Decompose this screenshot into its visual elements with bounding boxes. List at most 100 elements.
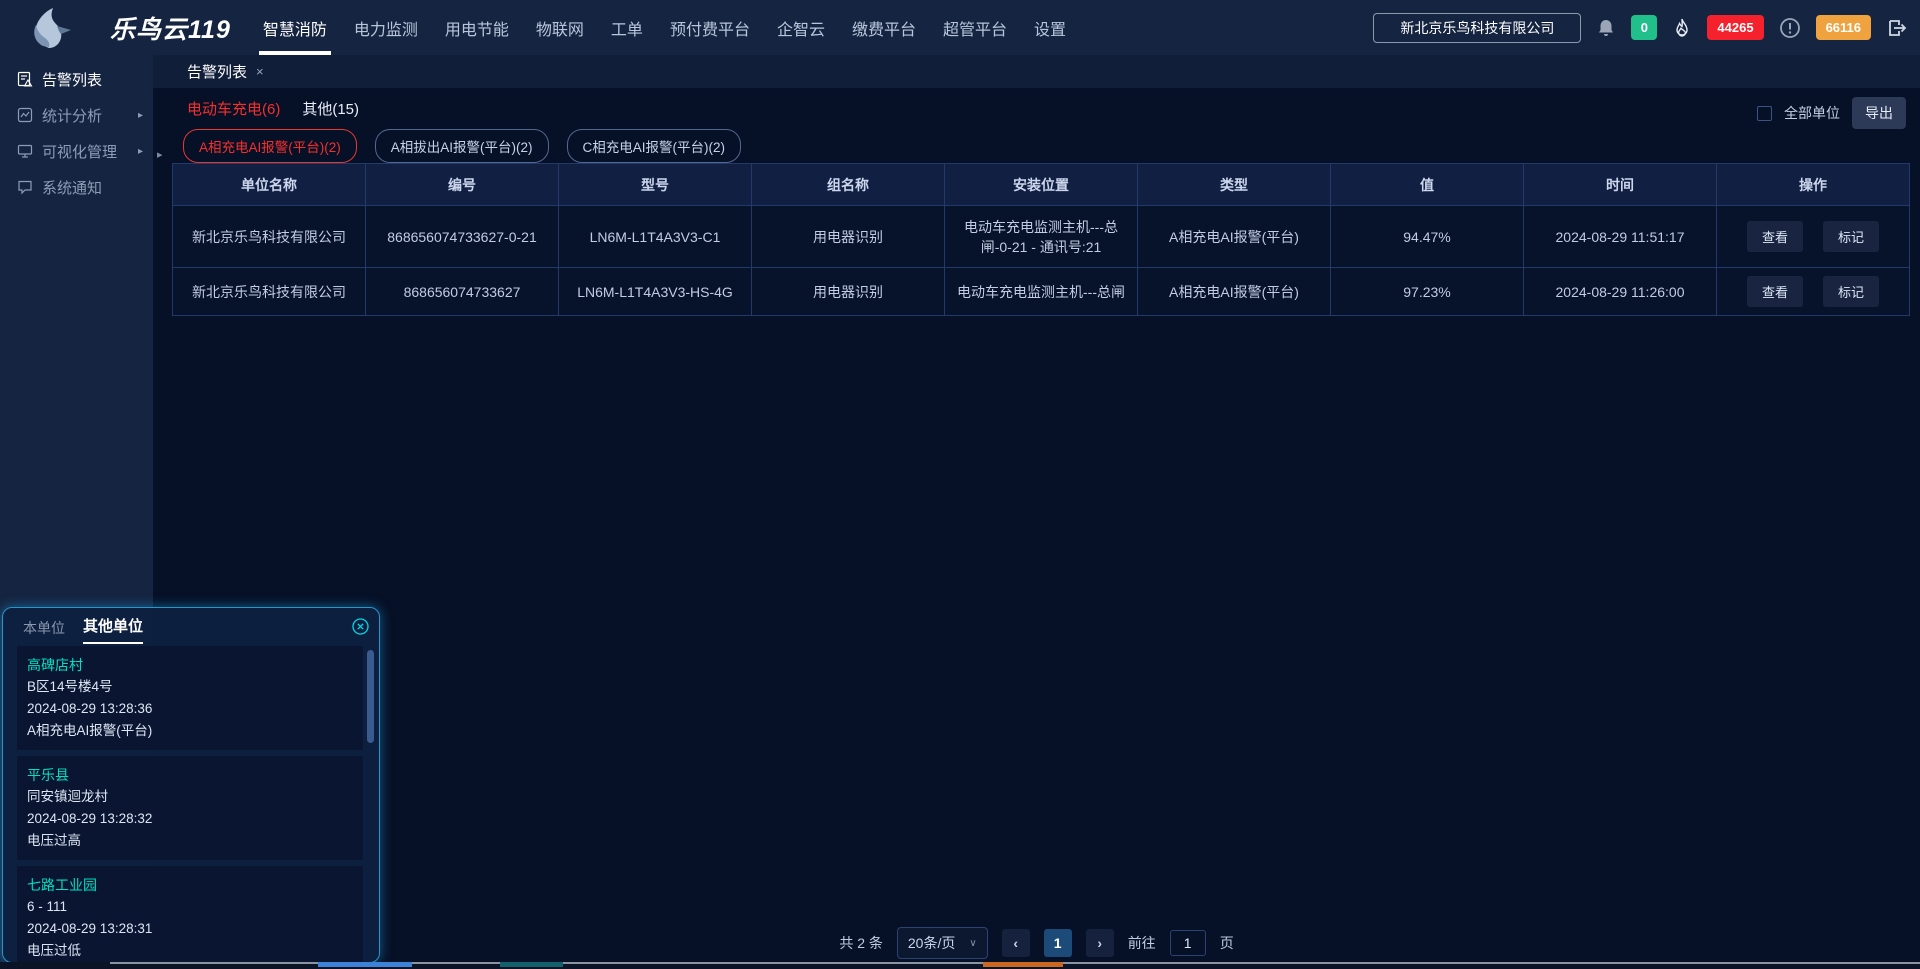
stats-chart-icon [17, 107, 33, 123]
bottom-edge-strip [0, 962, 1920, 969]
warn-count-badge[interactable]: 66116 [1816, 15, 1871, 40]
pagination: 共 2 条 20条/页 ∨ ‹ 1 › 前往 页 [153, 927, 1920, 959]
alarm-address: 6 - 111 [27, 896, 353, 918]
table-header-row: 单位名称 编号 型号 组名称 安装位置 类型 值 时间 操作 [173, 164, 1910, 206]
cell-unit: 新北京乐鸟科技有限公司 [173, 268, 366, 316]
nav-item-admin-platform[interactable]: 超管平台 [941, 0, 1009, 55]
category-ev-charging[interactable]: 电动车充电(6) [187, 98, 280, 119]
popup-alarm-item[interactable]: 高碑店村 B区14号楼4号 2024-08-29 13:28:36 A相充电AI… [17, 646, 363, 750]
cell-location: 电动车充电监测主机---总闸 [945, 268, 1138, 316]
col-unit-name: 单位名称 [173, 164, 366, 206]
tab-strip: 告警列表 × [153, 55, 1920, 88]
nav-item-smart-fire[interactable]: 智慧消防 [261, 0, 329, 55]
popup-alarm-item[interactable]: 七路工业园 6 - 111 2024-08-29 13:28:31 电压过低 [17, 866, 363, 963]
nav-item-qizhi-cloud[interactable]: 企智云 [775, 0, 827, 55]
page-1-button[interactable]: 1 [1044, 929, 1072, 957]
popup-alarm-list: 高碑店村 B区14号楼4号 2024-08-29 13:28:36 A相充电AI… [3, 646, 379, 963]
prev-page-button[interactable]: ‹ [1002, 929, 1030, 957]
cell-type: A相充电AI报警(平台) [1138, 206, 1331, 268]
chevron-down-icon: ∨ [969, 938, 976, 949]
strip-segment-orange [983, 962, 1063, 967]
popup-tabs: 本单位 其他单位 [3, 608, 379, 644]
alarm-address: B区14号楼4号 [27, 676, 353, 698]
nav-item-iot[interactable]: 物联网 [534, 0, 586, 55]
monitor-icon [17, 143, 33, 159]
alarm-time: 2024-08-29 13:28:36 [27, 698, 353, 720]
alarm-unit-title: 七路工业园 [27, 874, 353, 896]
popup-scrollbar[interactable] [367, 650, 374, 743]
next-page-button[interactable]: › [1086, 929, 1114, 957]
view-button[interactable]: 查看 [1747, 276, 1803, 307]
strip-segment-teal [500, 962, 563, 967]
alarm-type-pills: A相充电AI报警(平台)(2) A相拔出AI报警(平台)(2) C相充电AI报警… [183, 129, 741, 163]
alarm-list-icon [17, 71, 33, 87]
sidebar-item-system-notice[interactable]: 系统通知 [0, 169, 153, 205]
popup-tab-other-units[interactable]: 其他单位 [83, 615, 143, 644]
mark-button[interactable]: 标记 [1823, 221, 1879, 252]
sidebar-item-label: 统计分析 [42, 105, 102, 126]
nav-item-payment-platform[interactable]: 缴费平台 [850, 0, 918, 55]
warning-circle-icon[interactable] [1779, 17, 1801, 39]
view-button[interactable]: 查看 [1747, 221, 1803, 252]
tab-label: 告警列表 [187, 61, 247, 82]
goto-page-input[interactable] [1170, 930, 1206, 956]
cell-code: 868656074733627-0-21 [366, 206, 559, 268]
col-actions: 操作 [1717, 164, 1910, 206]
nav-item-work-order[interactable]: 工单 [609, 0, 645, 55]
tab-alarm-list[interactable]: 告警列表 × [187, 61, 264, 82]
main-nav: 智慧消防 电力监测 用电节能 物联网 工单 预付费平台 企智云 缴费平台 超管平… [261, 0, 1068, 55]
strip-segment-blue [318, 962, 412, 967]
cell-time: 2024-08-29 11:51:17 [1524, 206, 1717, 268]
sidebar-item-statistics[interactable]: 统计分析 ▸ [0, 97, 153, 133]
total-count: 共 2 条 [839, 933, 883, 953]
table-row: 新北京乐鸟科技有限公司 868656074733627 LN6M-L1T4A3V… [173, 268, 1910, 316]
flame-icon[interactable] [1672, 17, 1692, 39]
bird-logo-icon [19, 6, 91, 50]
alarm-time: 2024-08-29 13:28:31 [27, 918, 353, 940]
alarm-type: 电压过高 [27, 830, 353, 852]
sidebar-item-label: 可视化管理 [42, 141, 117, 162]
all-units-checkbox[interactable] [1757, 106, 1772, 121]
nav-item-power-monitor[interactable]: 电力监测 [352, 0, 420, 55]
page-size-value: 20条/页 [908, 933, 955, 953]
sidebar-item-visual-management[interactable]: 可视化管理 ▸ [0, 133, 153, 169]
category-other[interactable]: 其他(15) [302, 98, 359, 119]
popup-tab-own-unit[interactable]: 本单位 [23, 618, 65, 644]
popup-close-icon[interactable] [352, 618, 369, 640]
pill-c-phase-charging[interactable]: C相充电AI报警(平台)(2) [567, 129, 742, 163]
bell-count-badge[interactable]: 0 [1631, 15, 1657, 40]
nav-item-prepay-platform[interactable]: 预付费平台 [668, 0, 752, 55]
pill-a-phase-charging[interactable]: A相充电AI报警(平台)(2) [183, 129, 357, 163]
alarm-popup: 本单位 其他单位 高碑店村 B区14号楼4号 2024-08-29 13:28:… [2, 607, 380, 963]
collapse-chevron-icon[interactable]: ▸ [157, 148, 163, 161]
cell-unit: 新北京乐鸟科技有限公司 [173, 206, 366, 268]
notice-bubble-icon [17, 179, 33, 195]
col-location: 安装位置 [945, 164, 1138, 206]
chevron-right-icon: ▸ [138, 110, 143, 121]
tab-close-icon[interactable]: × [256, 64, 264, 79]
export-button[interactable]: 导出 [1852, 97, 1906, 129]
col-group: 组名称 [752, 164, 945, 206]
pill-a-phase-unplug[interactable]: A相拔出AI报警(平台)(2) [375, 129, 549, 163]
cell-model: LN6M-L1T4A3V3-HS-4G [559, 268, 752, 316]
nav-item-settings[interactable]: 设置 [1032, 0, 1068, 55]
company-name-box[interactable]: 新北京乐鸟科技有限公司 [1373, 13, 1581, 43]
fire-alarm-count-badge[interactable]: 44265 [1707, 15, 1763, 40]
cell-actions: 查看 标记 [1717, 206, 1910, 268]
bell-icon[interactable] [1596, 18, 1616, 38]
all-units-label: 全部单位 [1784, 103, 1840, 123]
popup-alarm-item[interactable]: 平乐县 同安镇迴龙村 2024-08-29 13:28:32 电压过高 [17, 756, 363, 860]
alarm-unit-title: 高碑店村 [27, 654, 353, 676]
col-model: 型号 [559, 164, 752, 206]
sidebar-item-label: 告警列表 [42, 69, 102, 90]
logout-icon[interactable] [1886, 17, 1908, 39]
cell-value: 94.47% [1331, 206, 1524, 268]
category-filter-row: 电动车充电(6) 其他(15) [187, 98, 359, 119]
nav-item-energy-saving[interactable]: 用电节能 [443, 0, 511, 55]
sidebar-item-alarm-list[interactable]: 告警列表 [0, 61, 153, 97]
page-size-select[interactable]: 20条/页 ∨ [897, 927, 988, 959]
col-time: 时间 [1524, 164, 1717, 206]
cell-group: 用电器识别 [752, 206, 945, 268]
mark-button[interactable]: 标记 [1823, 276, 1879, 307]
top-controls: 全部单位 导出 [1757, 97, 1906, 129]
